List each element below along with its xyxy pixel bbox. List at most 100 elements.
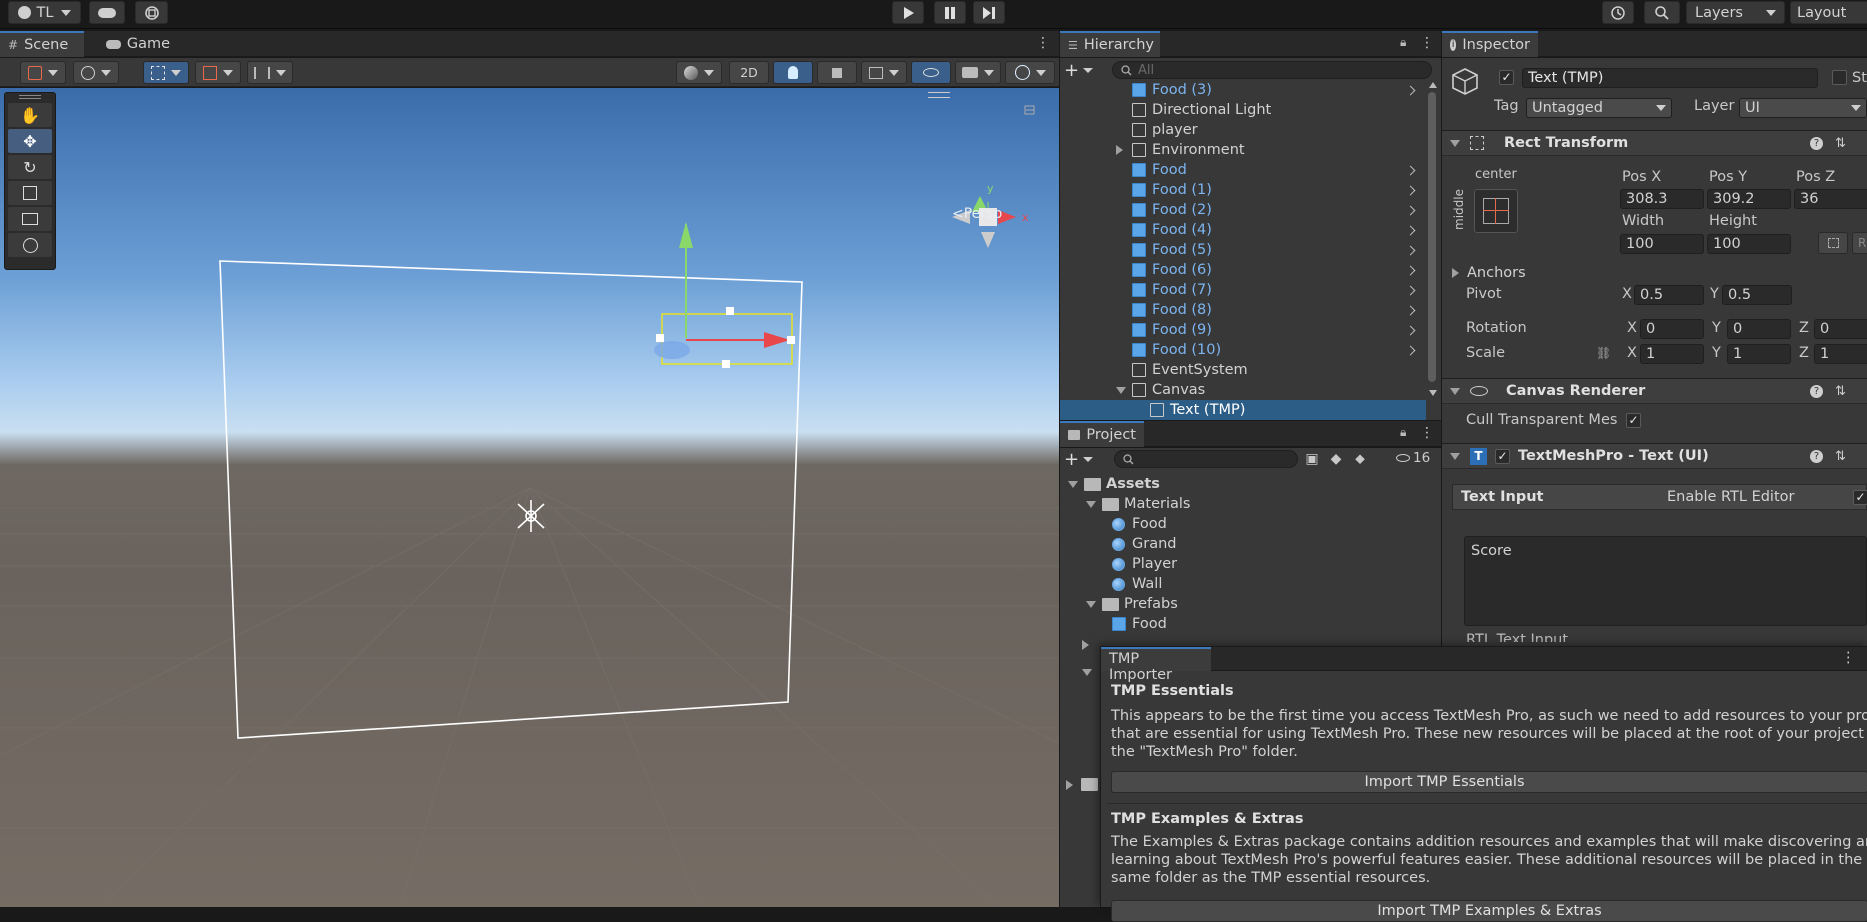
pos-z-field[interactable]: 36 [1794, 189, 1867, 209]
layout-dropdown[interactable]: Layout [1790, 1, 1867, 24]
label-icon[interactable]: ⬥ [1348, 448, 1372, 470]
help-icon[interactable]: ? [1810, 136, 1823, 150]
rot-y-field[interactable]: 0 [1727, 319, 1791, 339]
history-button[interactable] [1602, 1, 1634, 24]
import-essentials-button[interactable]: Import TMP Essentials [1111, 771, 1867, 793]
hand-tool[interactable]: ✋ [8, 103, 52, 127]
collapse-icon[interactable] [1086, 600, 1096, 608]
scene-viewport[interactable]: y x <Persp ✋ ✥ ↻ [0, 88, 1059, 907]
constrain-proportions-icon[interactable]: ⛓ [1596, 346, 1611, 360]
text-input-area[interactable]: Score [1464, 536, 1867, 626]
settings-icon[interactable]: ⇅ [1835, 136, 1846, 151]
settings-icon[interactable]: ⇅ [1835, 449, 1846, 464]
collapse-icon[interactable] [1116, 386, 1126, 394]
pivot-y-field[interactable]: 0.5 [1722, 285, 1792, 305]
step-button[interactable] [973, 1, 1005, 24]
account-dropdown[interactable]: TL [8, 1, 81, 24]
audio-toggle[interactable] [817, 61, 857, 84]
hierarchy-item[interactable]: Food (10) [1060, 340, 1426, 360]
import-extras-button[interactable]: Import TMP Examples & Extras [1111, 900, 1867, 922]
scale-y-field[interactable]: 1 [1727, 344, 1791, 364]
lighting-toggle[interactable] [773, 61, 813, 84]
transform-tool[interactable] [8, 233, 52, 257]
pos-y-field[interactable]: 309.2 [1707, 189, 1791, 209]
toggle-2d-button[interactable]: 2D [729, 61, 769, 84]
expanded-folder-row[interactable] [1082, 664, 1092, 680]
chevron-right-icon[interactable] [1405, 305, 1416, 315]
global-dropdown[interactable] [73, 61, 119, 84]
kebab-menu-icon[interactable]: ⋮ [1036, 35, 1050, 51]
hidden-objects-toggle[interactable] [911, 61, 951, 84]
project-create-button[interactable]: + [1064, 449, 1096, 470]
hierarchy-item[interactable]: Food (3) [1060, 80, 1426, 100]
project-search-input[interactable] [1114, 450, 1298, 468]
chevron-right-icon[interactable] [1405, 185, 1416, 195]
grid-visibility-dropdown[interactable] [247, 61, 293, 84]
rot-z-field[interactable]: 0 [1814, 319, 1867, 339]
hidden-packages-toggle[interactable]: 16 [1396, 450, 1430, 466]
hierarchy-item[interactable]: Text (TMP) [1060, 400, 1426, 420]
effects-dropdown[interactable] [861, 61, 907, 84]
scale-z-field[interactable]: 1 [1814, 344, 1867, 364]
rot-x-field[interactable]: 0 [1640, 319, 1704, 339]
lock-icon[interactable]: 🔒︎ [1400, 35, 1406, 50]
hierarchy-item[interactable]: Food [1060, 160, 1426, 180]
gizmo-drag-handle[interactable] [928, 92, 950, 98]
chevron-right-icon[interactable] [1405, 225, 1416, 235]
chevron-right-icon[interactable] [1405, 165, 1416, 175]
anchor-preset-button[interactable] [1474, 189, 1518, 233]
tab-hierarchy[interactable]: ☰ Hierarchy [1060, 31, 1160, 57]
hierarchy-scrollbar[interactable] [1426, 82, 1438, 398]
palette-drag-handle[interactable] [19, 95, 41, 99]
hierarchy-item[interactable]: player [1060, 120, 1426, 140]
filter-icon[interactable]: ◆ [1324, 448, 1348, 470]
collapsed-folder-row[interactable] [1082, 638, 1089, 652]
project-item[interactable]: Wall [1060, 574, 1441, 594]
chevron-right-icon[interactable] [1405, 265, 1416, 275]
scrollbar-thumb[interactable] [1428, 92, 1436, 382]
static-checkbox[interactable] [1832, 70, 1847, 85]
textmeshpro-enabled-checkbox[interactable]: ✓ [1495, 448, 1510, 464]
kebab-menu-icon[interactable]: ⋮ [1420, 425, 1434, 441]
scroll-down-icon[interactable] [1429, 390, 1437, 396]
chevron-right-icon[interactable] [1405, 285, 1416, 295]
gizmos-dropdown[interactable] [1005, 61, 1055, 84]
tmp-importer-titlebar[interactable]: TMP Importer ⋮ [1101, 647, 1867, 683]
play-button[interactable] [892, 1, 924, 24]
height-field[interactable]: 100 [1707, 234, 1791, 254]
project-item[interactable]: Prefabs [1060, 594, 1441, 614]
hierarchy-item[interactable]: Environment [1060, 140, 1426, 160]
collab-button[interactable] [135, 1, 168, 24]
textmeshpro-header[interactable]: T ✓ TextMeshPro - Text (UI) ? ⇅ [1442, 443, 1867, 469]
hierarchy-item[interactable]: Food (5) [1060, 240, 1426, 260]
tab-game[interactable]: Game [98, 31, 178, 57]
kebab-menu-icon[interactable]: ⋮ [1420, 35, 1434, 51]
rect-tool[interactable] [8, 207, 52, 231]
rect-transform-header[interactable]: Rect Transform ? ⇅ [1442, 130, 1867, 156]
collapse-icon[interactable] [1068, 480, 1078, 488]
hierarchy-item[interactable]: EventSystem [1060, 360, 1426, 380]
pivot-x-field[interactable]: 0.5 [1634, 285, 1704, 305]
gameobject-icon[interactable] [1450, 66, 1480, 96]
search-button[interactable] [1644, 1, 1680, 24]
chevron-right-icon[interactable] [1405, 205, 1416, 215]
orientation-gizmo[interactable] [952, 105, 1035, 248]
search-by-type-icon[interactable]: ▣ [1300, 448, 1324, 470]
blueprint-button[interactable] [1818, 232, 1848, 254]
hierarchy-search-input[interactable]: All [1112, 61, 1432, 79]
project-item[interactable]: Materials [1060, 494, 1441, 514]
help-icon[interactable]: ? [1810, 384, 1823, 398]
anchors-foldout[interactable]: Anchors [1452, 265, 1526, 281]
hierarchy-item[interactable]: Food (4) [1060, 220, 1426, 240]
project-item[interactable]: Assets [1060, 474, 1441, 494]
object-name-field[interactable]: Text (TMP) [1522, 68, 1818, 88]
chevron-right-icon[interactable] [1405, 325, 1416, 335]
settings-icon[interactable]: ⇅ [1835, 384, 1846, 399]
draw-mode-dropdown[interactable] [20, 61, 66, 84]
active-checkbox[interactable]: ✓ [1499, 70, 1514, 85]
move-tool[interactable]: ✥ [8, 129, 52, 153]
project-item[interactable]: Grand [1060, 534, 1441, 554]
grid-snap-dropdown[interactable] [143, 61, 189, 84]
hierarchy-item[interactable]: Food (9) [1060, 320, 1426, 340]
collapse-icon[interactable] [1086, 500, 1096, 508]
